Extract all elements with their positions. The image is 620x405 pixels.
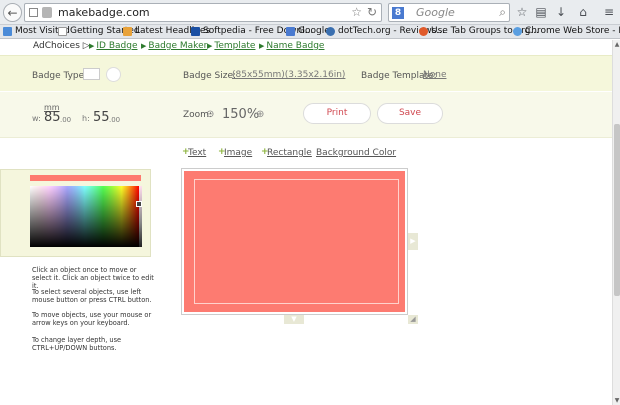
help-text-layer: To change layer depth, use CTRL+UP/DOWN … (32, 336, 122, 352)
browser-navbar: ← makebadge.com ☆ ↻ 8 Google ⌕ ☆ ▤ ↓ ⌂ ≡ (0, 0, 620, 25)
zoom-value: 150% (222, 107, 260, 122)
reload-icon[interactable]: ↻ (367, 5, 377, 19)
bookmark-icon (3, 26, 12, 36)
url-text[interactable]: makebadge.com (58, 6, 150, 19)
height-value[interactable]: 55 (93, 110, 110, 125)
hue-slider-handle[interactable] (136, 201, 142, 207)
add-object-toolbar: + Text + Image + Rectangle Background Co… (0, 147, 612, 161)
ad-link-id-badge[interactable]: ID Badge (89, 41, 137, 51)
search-engine-icon[interactable]: 8 (392, 7, 404, 19)
add-rectangle-link[interactable]: Rectangle (267, 148, 312, 158)
safe-area-guide (194, 179, 399, 304)
search-icon[interactable]: ⌕ (499, 5, 506, 20)
selected-color-swatch (30, 175, 141, 181)
resize-corner-handle[interactable]: ◢ (408, 315, 418, 324)
width-value[interactable]: 85 (44, 110, 61, 125)
badge-size-label: Badge Size: (183, 71, 237, 81)
width-decimal: .00 (60, 116, 72, 124)
scroll-up-icon[interactable]: ▲ (613, 40, 620, 49)
home-icon[interactable]: ⌂ (575, 4, 591, 20)
print-button[interactable]: Print (303, 103, 371, 124)
adchoices-label[interactable]: AdChoices ▷ (33, 41, 90, 51)
page-icon (42, 7, 52, 18)
search-input[interactable]: Google (416, 6, 455, 19)
bookmark-chrome-web-store[interactable]: Chrome Web Store - P... (513, 26, 620, 36)
add-text-link[interactable]: Text (188, 148, 206, 158)
ad-link-badge-maker[interactable]: Badge Maker (141, 41, 207, 51)
scrollbar-thumb[interactable] (614, 124, 620, 296)
address-bar[interactable]: makebadge.com ☆ ↻ (24, 3, 382, 22)
help-text-move: To move objects, use your mouse or arrow… (32, 311, 152, 327)
height-label: h: (82, 114, 90, 123)
scroll-down-icon[interactable]: ▼ (613, 396, 620, 405)
ad-link-template[interactable]: Template (207, 41, 255, 51)
badge-type-rectangle[interactable] (83, 68, 100, 80)
bookmarks-toolbar: Most Visited Getting Started Latest Head… (0, 25, 620, 39)
badge-type-circle[interactable] (106, 67, 121, 82)
height-decimal: .00 (109, 116, 121, 124)
resize-right-handle[interactable]: ▶ (408, 233, 418, 250)
star-icon[interactable]: ☆ (514, 4, 530, 20)
arrow-left-icon: ← (7, 6, 18, 20)
google-icon (286, 26, 295, 36)
dottech-icon (326, 26, 335, 36)
color-spectrum[interactable] (30, 186, 139, 247)
zoom-in-icon[interactable]: ⊕ (256, 109, 264, 120)
background-color-link[interactable]: Background Color (316, 148, 396, 158)
badge-size-link[interactable]: (85x55mm)(3.35x2.16in) (232, 70, 345, 80)
softpedia-icon (191, 26, 200, 36)
page-icon (58, 26, 67, 36)
page-scrollbar[interactable]: ▲ ▼ (612, 40, 620, 405)
badge-options-panel: Badge Type: Badge Size: (85x55mm)(3.35x2… (0, 55, 612, 91)
color-picker-panel (0, 169, 151, 257)
arrow-right-icon: ▶ (410, 237, 416, 245)
resize-corner-icon: ◢ (410, 315, 416, 323)
zoom-out-icon[interactable]: ⊖ (206, 109, 214, 120)
save-button[interactable]: Save (377, 103, 443, 124)
grid-icon[interactable] (29, 8, 38, 17)
badge-template-link[interactable]: None (423, 70, 446, 80)
bookmark-google[interactable]: Google (286, 26, 330, 36)
search-bar[interactable]: 8 Google ⌕ (388, 3, 510, 22)
bookmarks-menu-icon[interactable]: ▤ (533, 4, 549, 20)
menu-icon[interactable]: ≡ (601, 4, 617, 20)
badge-canvas[interactable] (181, 168, 408, 315)
arrow-down-icon: ▼ (291, 315, 297, 323)
badge-background[interactable] (184, 171, 405, 312)
ad-link-name-badge[interactable]: Name Badge (259, 41, 324, 51)
bookmark-star-icon[interactable]: ☆ (351, 5, 362, 19)
chrome-icon (513, 26, 522, 36)
rss-icon (123, 26, 132, 36)
help-text-multi-select: To select several objects, use left mous… (32, 288, 152, 304)
ad-row: AdChoices ▷ ID Badge Badge Maker Templat… (0, 40, 620, 54)
download-icon[interactable]: ↓ (553, 4, 569, 20)
hue-slider[interactable] (139, 186, 142, 247)
back-button[interactable]: ← (3, 3, 22, 22)
width-label: w: (32, 114, 41, 123)
badge-type-label: Badge Type: (32, 71, 88, 81)
size-zoom-panel: mm w: 85 .00 h: 55 .00 Zoom: ⊖ 150% ⊕ Pr… (0, 92, 612, 138)
resize-bottom-handle[interactable]: ▼ (284, 315, 304, 324)
firefox-icon (419, 26, 428, 36)
add-image-link[interactable]: Image (224, 148, 252, 158)
help-text-select: Click an object once to move or select i… (32, 266, 154, 290)
